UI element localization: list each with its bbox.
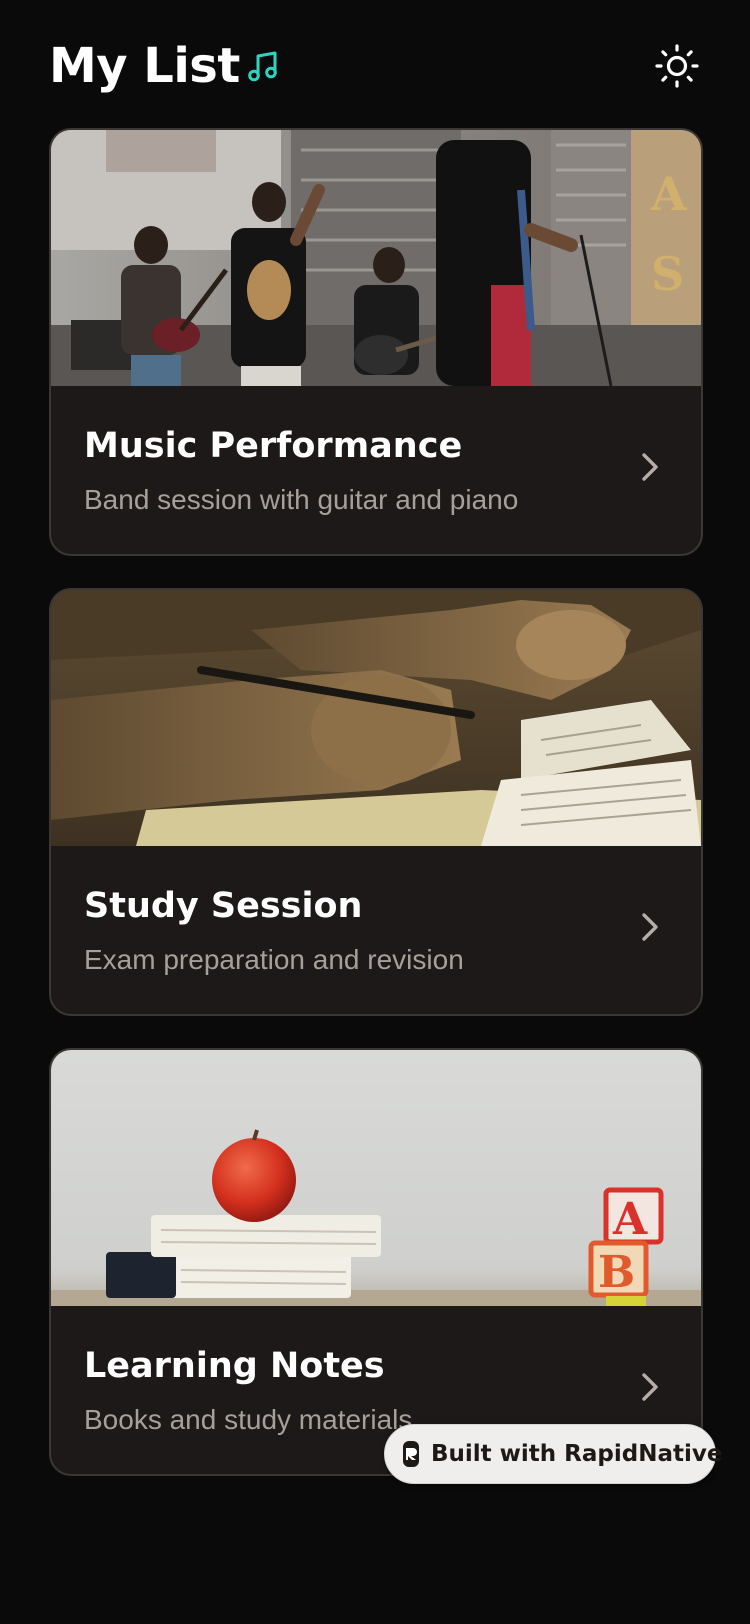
sun-icon xyxy=(655,44,699,88)
list-card-learning-notes[interactable]: A B Learning Notes Books and study mater… xyxy=(49,1048,703,1476)
band-concert-photo: A S xyxy=(51,130,701,386)
list-card-study-session[interactable]: Study Session Exam preparation and revis… xyxy=(49,588,703,1016)
card-subtitle: Exam preparation and revision xyxy=(84,944,464,975)
svg-text:B: B xyxy=(598,1247,635,1298)
card-subtitle: Books and study materials xyxy=(84,1404,413,1435)
page-title: My List xyxy=(49,38,240,94)
svg-text:S: S xyxy=(651,247,684,301)
card-title: Study Session xyxy=(84,886,363,926)
card-subtitle: Band session with guitar and piano xyxy=(84,484,519,515)
music-note-icon xyxy=(248,51,277,82)
rapidnative-logo-icon xyxy=(403,1441,419,1467)
card-title: Music Performance xyxy=(84,426,463,466)
chevron-right-icon xyxy=(642,1373,658,1401)
svg-text:A: A xyxy=(612,1194,648,1245)
header: My List xyxy=(49,36,701,96)
card-body: Study Session Exam preparation and revis… xyxy=(51,846,701,1014)
list-card-music-performance[interactable]: A S Music Performance Band session with … xyxy=(49,128,703,556)
card-body: Music Performance Band session with guit… xyxy=(51,386,701,554)
chevron-right-icon xyxy=(642,913,658,941)
card-title: Learning Notes xyxy=(84,1346,385,1386)
apple-books-blocks-photo: A B xyxy=(51,1050,701,1306)
built-with-rapidnative-badge[interactable]: Built with RapidNative xyxy=(384,1424,722,1484)
hands-writing-book-photo xyxy=(51,590,701,846)
theme-toggle-button[interactable] xyxy=(653,42,701,90)
badge-label: Built with RapidNative xyxy=(431,1441,723,1467)
svg-text:A: A xyxy=(650,167,688,221)
chevron-right-icon xyxy=(642,453,658,481)
